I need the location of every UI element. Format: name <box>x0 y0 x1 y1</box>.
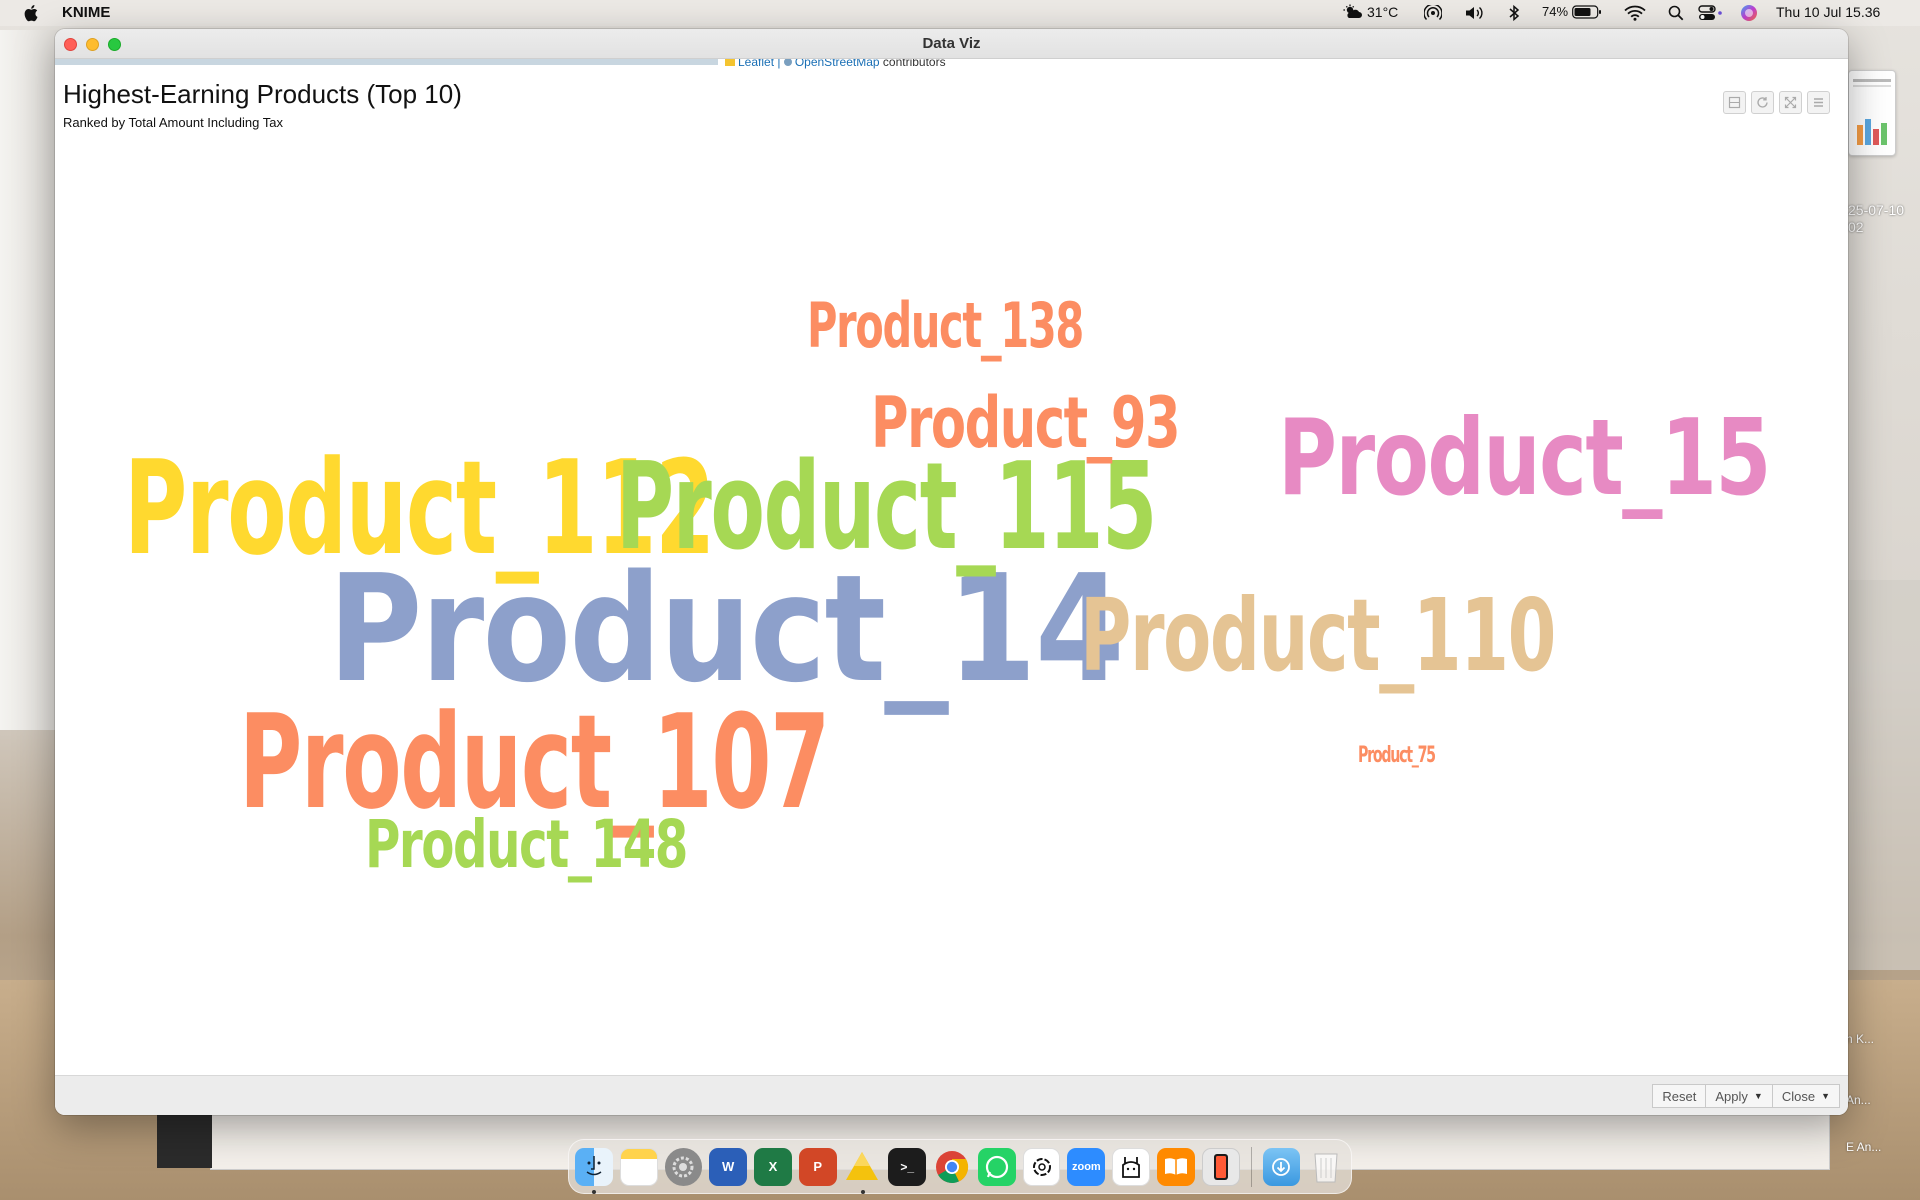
menubar-clock[interactable]: Thu 10 Jul 15.36 <box>1776 4 1880 20</box>
whatsapp-icon[interactable] <box>977 1147 1016 1186</box>
word-cloud: Product_14 Product_112 Product_115 Produ… <box>55 29 1848 1115</box>
weather-text: 31°C <box>1367 4 1399 20</box>
downloads-folder-icon[interactable] <box>1262 1147 1301 1186</box>
finder-face <box>586 1155 602 1175</box>
hamburger-icon <box>1814 98 1823 107</box>
dialog-bottom-bar: Reset Apply ▼ Close ▼ <box>55 1075 1848 1115</box>
thumbnail-bars <box>1857 117 1891 145</box>
desktop-date-label: 25-07-10 02 <box>1848 202 1904 236</box>
viz-subtitle: Ranked by Total Amount Including Tax <box>63 115 283 130</box>
volume-icon[interactable] <box>1464 5 1486 21</box>
battery-status[interactable]: 74% <box>1542 4 1602 19</box>
menu-button[interactable] <box>1807 91 1830 114</box>
dock: W X P >_ zoom <box>568 1139 1352 1194</box>
menu-bar: KNIME 31°C 74% Thu 10 Jul 15.36 <box>0 0 1920 26</box>
cloud-word-product-148[interactable]: Product_148 <box>365 812 688 878</box>
data-viz-window: Data Viz Leaflet | OpenStreetMap contrib… <box>55 29 1848 1115</box>
date-fragment-1: 25-07-10 <box>1848 202 1905 218</box>
download-arrow <box>1272 1157 1291 1176</box>
close-label: Close <box>1781 1088 1816 1104</box>
finder-icon[interactable] <box>575 1147 613 1194</box>
airdrop-icon[interactable] <box>1424 5 1442 21</box>
close-button[interactable]: Close ▼ <box>1772 1084 1840 1108</box>
refresh-button[interactable] <box>1751 91 1774 114</box>
zoom-icon[interactable]: zoom <box>1067 1147 1106 1186</box>
apply-label: Apply <box>1715 1088 1748 1104</box>
chrome-icon[interactable] <box>933 1148 971 1186</box>
cloud-word-product-115[interactable]: Product_115 <box>616 448 1157 568</box>
phone-bubble <box>985 1155 1008 1178</box>
apply-dropdown-icon[interactable]: ▼ <box>1754 1091 1763 1101</box>
cloud-word-product-110[interactable]: Product_110 <box>1080 586 1556 686</box>
powerpoint-icon[interactable]: P <box>798 1147 837 1186</box>
control-center-icon[interactable] <box>1698 5 1724 21</box>
weather-status[interactable]: 31°C <box>1343 4 1398 20</box>
bluetooth-icon[interactable] <box>1508 4 1520 22</box>
app-menu-name[interactable]: KNIME <box>62 4 110 21</box>
books-icon[interactable] <box>1157 1147 1195 1186</box>
desktop-side-item-1[interactable]: n K... <box>1846 1032 1874 1046</box>
ollama-icon[interactable] <box>1112 1147 1150 1186</box>
cloud-word-product-75[interactable]: Product_75 <box>1358 745 1436 767</box>
fullscreen-button[interactable] <box>1779 91 1802 114</box>
trash-icon[interactable] <box>1307 1148 1345 1186</box>
siri-icon[interactable] <box>1740 4 1758 22</box>
viz-toolbar <box>1723 91 1830 114</box>
dialog-buttons: Reset Apply ▼ Close ▼ <box>1652 1084 1840 1108</box>
selection-icon <box>1728 96 1741 109</box>
chrome-logo <box>936 1150 969 1183</box>
date-fragment-2: 02 <box>1848 219 1864 235</box>
cloud-word-product-15[interactable]: Product_15 <box>1278 406 1771 511</box>
desktop-thumbnail-widget[interactable] <box>1848 70 1896 156</box>
open-book <box>1164 1157 1187 1175</box>
notes-icon[interactable] <box>619 1147 658 1186</box>
drive-icon[interactable] <box>844 1148 882 1194</box>
desktop-side-item-3[interactable]: E An... <box>1846 1140 1881 1154</box>
viz-title: Highest-Earning Products (Top 10) <box>63 79 462 109</box>
drive-triangle <box>846 1151 879 1180</box>
excel-icon[interactable]: X <box>754 1147 792 1186</box>
zoom-label: zoom <box>1071 1160 1101 1173</box>
trash-can <box>1314 1153 1338 1182</box>
openai-knot <box>1032 1157 1051 1176</box>
apple-icon[interactable] <box>24 4 40 22</box>
system-settings-icon[interactable] <box>664 1147 703 1186</box>
reset-button[interactable]: Reset <box>1652 1084 1707 1108</box>
llama-face <box>1122 1156 1141 1178</box>
gear-icon <box>672 1156 694 1177</box>
running-indicator <box>860 1189 865 1194</box>
dock-separator <box>1250 1146 1252 1187</box>
battery-percent: 74% <box>1542 4 1569 19</box>
cloud-word-product-93[interactable]: Product_93 <box>871 388 1181 458</box>
wifi-icon[interactable] <box>1624 5 1646 21</box>
chatgpt-icon[interactable] <box>1022 1147 1061 1186</box>
battery-icon <box>1572 4 1602 19</box>
iphone-mirroring-icon[interactable] <box>1201 1147 1240 1186</box>
expand-icon <box>1784 96 1797 109</box>
reset-label: Reset <box>1662 1088 1697 1104</box>
weather-icon <box>1343 4 1362 18</box>
cloud-word-product-138[interactable]: Product_138 <box>807 295 1084 357</box>
close-dropdown-icon[interactable]: ▼ <box>1821 1091 1830 1101</box>
phone-shape <box>1213 1153 1228 1180</box>
word-icon[interactable]: W <box>709 1147 748 1186</box>
refresh-icon <box>1757 97 1768 108</box>
terminal-icon[interactable]: >_ <box>888 1147 927 1186</box>
apply-button[interactable]: Apply ▼ <box>1706 1084 1773 1108</box>
desktop-side-item-2[interactable]: An... <box>1846 1093 1871 1107</box>
spotlight-search-icon[interactable] <box>1668 5 1684 21</box>
running-indicator <box>592 1189 596 1194</box>
selection-toggle-button[interactable] <box>1723 91 1746 114</box>
